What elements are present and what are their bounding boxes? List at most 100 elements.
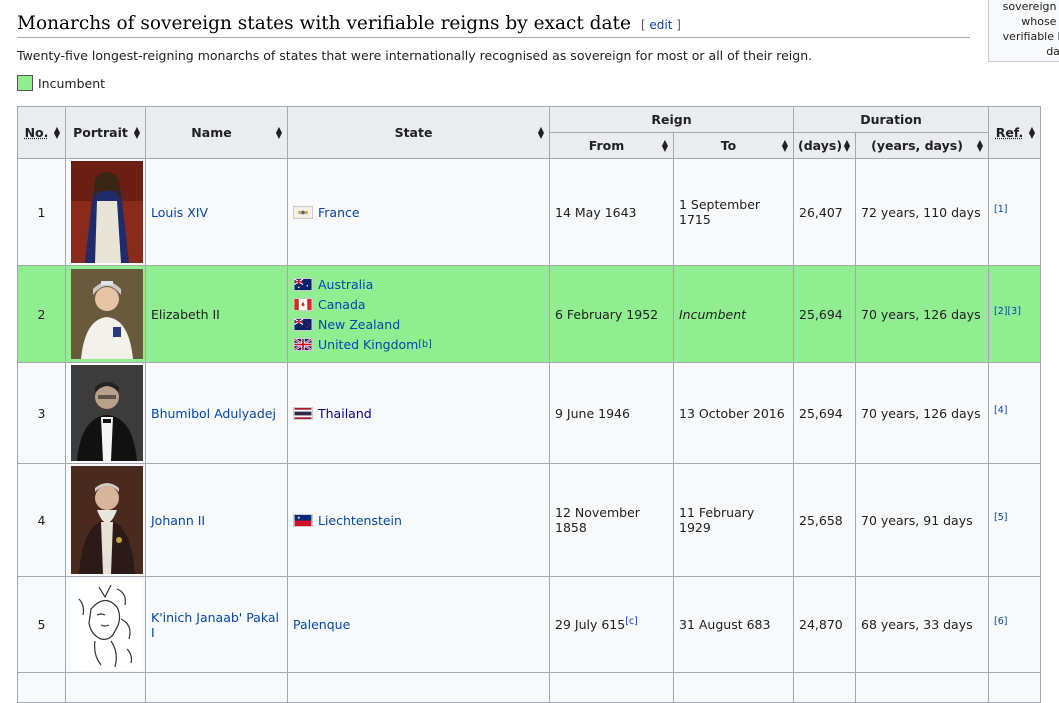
duration-years-days: 70 years, 126 days (855, 362, 990, 464)
reign-from: 6 February 1952 (549, 265, 674, 363)
reign-to: 11 February 1929 (672, 463, 795, 577)
header-name[interactable]: Name ▲ ▼ (145, 106, 288, 159)
header-years-days[interactable]: (years, days) ▲ ▼ (855, 132, 990, 159)
sort-icon: ▲ ▼ (133, 124, 140, 140)
header-to[interactable]: To ▲ ▼ (672, 132, 795, 159)
portrait-cell (65, 265, 146, 363)
header-from[interactable]: From ▲ ▼ (549, 132, 674, 159)
row-number: 4 (17, 463, 66, 577)
portrait-cell (65, 158, 146, 266)
sidebar-box: sovereign re whose re verifiable by date (988, 0, 1059, 62)
duration-days: 24,870 (793, 576, 857, 673)
reference-link[interactable]: [2][3] (994, 306, 1021, 317)
duration-years-days: 70 years, 91 days (855, 463, 990, 577)
monarch-name: Elizabeth II (145, 265, 288, 363)
row-number: 5 (17, 576, 66, 673)
portrait-cell (65, 576, 146, 673)
table-row: 4 Johann II Liechtenstein 12 November 18… (17, 463, 1042, 577)
state-link[interactable]: Thailand (318, 406, 372, 421)
state-link[interactable]: New Zealand (318, 317, 400, 332)
reign-from: 29 July 615[c] (549, 576, 674, 673)
pakal-drawing[interactable] (71, 578, 143, 671)
sidebox-line: sovereign re (1002, 0, 1059, 13)
reign-from: 12 November 1858 (549, 463, 674, 577)
sort-icon: ▲ ▼ (275, 124, 282, 140)
note-link[interactable]: [c] (625, 616, 638, 627)
canada-flag-icon (293, 297, 313, 311)
monarchs-table: No. ▲ ▼ Portrait ▲ ▼ Name ▲ ▼ State ▲ ▼ Reign Du… (17, 106, 1042, 703)
new-zealand-flag-icon (293, 317, 313, 331)
duration-years-days: 72 years, 110 days (855, 158, 990, 266)
duration-years-days: 68 years, 33 days (855, 576, 990, 673)
header-state[interactable]: State ▲ ▼ (287, 106, 550, 159)
sidebox-line: whose re (1021, 15, 1059, 28)
header-days[interactable]: (days) ▲ ▼ (793, 132, 857, 159)
reference-link[interactable]: [5] (994, 512, 1007, 523)
reference-link[interactable]: [1] (994, 204, 1007, 215)
table-row: 5 K'inich Janaab' Pakal I Palenque 29 Ju… (17, 576, 1042, 673)
france-royal-flag-icon (293, 205, 313, 219)
section-title: Monarchs of sovereign states with verifi… (17, 13, 631, 34)
reference-link[interactable]: [4] (994, 405, 1007, 416)
sort-icon: ▲ ▼ (781, 137, 789, 153)
thailand-flag-icon (293, 406, 313, 420)
edit-link[interactable]: edit (649, 18, 672, 32)
state-link[interactable]: Liechtenstein (318, 513, 402, 528)
header-portrait[interactable]: Portrait ▲ ▼ (65, 106, 146, 159)
united-kingdom-flag-icon (293, 337, 313, 351)
legend-label: Incumbent (38, 75, 106, 91)
portrait-cell (65, 463, 146, 577)
duration-days: 26,407 (793, 158, 857, 266)
reference-link[interactable]: [6] (994, 616, 1007, 627)
state-link[interactable]: Palenque (293, 617, 350, 632)
table-row: 2 Elizabeth II Australia Canada New Zeal… (17, 265, 1042, 363)
reign-to: Incumbent (672, 265, 795, 363)
elizabeth-ii-portrait[interactable] (71, 269, 143, 359)
duration-days: 25,694 (793, 362, 857, 464)
note-link[interactable]: [b] (418, 339, 431, 350)
duration-years-days: 70 years, 126 days (855, 265, 990, 363)
johann-ii-portrait[interactable] (71, 466, 143, 574)
bhumibol-portrait[interactable] (71, 365, 143, 461)
sort-icon: ▲ ▼ (1028, 124, 1036, 140)
reign-to: 13 October 2016 (672, 362, 795, 464)
state-link[interactable]: Canada (318, 297, 366, 312)
state-link[interactable]: United Kingdom (318, 337, 418, 352)
sort-icon: ▲ ▼ (537, 124, 544, 140)
table-row: 3 Bhumibol Adulyadej Thailand 9 June 194… (17, 362, 1042, 464)
table-row (17, 672, 1042, 703)
monarch-name-link[interactable]: Johann II (151, 513, 205, 528)
edit-section: [ edit ] (640, 18, 681, 32)
sort-icon: ▲ ▼ (843, 137, 851, 153)
state-link[interactable]: Australia (318, 277, 373, 292)
header-no[interactable]: No. ▲ ▼ (17, 106, 66, 159)
monarch-name-link[interactable]: K'inich Janaab' Pakal I (151, 610, 279, 640)
sort-icon: ▲ ▼ (53, 124, 60, 140)
section-heading: Monarchs of sovereign states with verifi… (17, 13, 970, 38)
state-link[interactable]: France (318, 205, 360, 220)
header-duration: Duration (793, 106, 990, 133)
table-row: 1 Louis XIV France 14 May 1643 1 Septemb… (17, 158, 1042, 266)
intro-text: Twenty-five longest-reigning monarchs of… (17, 48, 813, 63)
australia-flag-icon (293, 277, 313, 291)
louis-xiv-portrait[interactable] (71, 161, 143, 263)
liechtenstein-flag-icon (293, 513, 313, 527)
duration-days: 25,658 (793, 463, 857, 577)
sort-icon: ▲ ▼ (976, 137, 984, 153)
sidebox-line: verifiable by (1002, 30, 1059, 43)
reign-from: 9 June 1946 (549, 362, 674, 464)
legend: Incumbent (17, 75, 105, 91)
duration-days: 25,694 (793, 265, 857, 363)
row-number: 1 (17, 158, 66, 266)
header-ref[interactable]: Ref. ▲ ▼ (988, 106, 1042, 159)
header-reign: Reign (548, 106, 795, 133)
incumbent-swatch (17, 75, 33, 91)
reign-to: 1 September 1715 (672, 158, 795, 266)
row-number: 2 (17, 265, 66, 363)
monarch-name-link[interactable]: Bhumibol Adulyadej (151, 406, 276, 421)
sort-icon: ▲ ▼ (661, 137, 668, 153)
reign-from: 14 May 1643 (549, 158, 674, 266)
sidebox-line: date (1046, 45, 1059, 58)
row-number: 3 (17, 362, 66, 464)
monarch-name-link[interactable]: Louis XIV (151, 205, 208, 220)
